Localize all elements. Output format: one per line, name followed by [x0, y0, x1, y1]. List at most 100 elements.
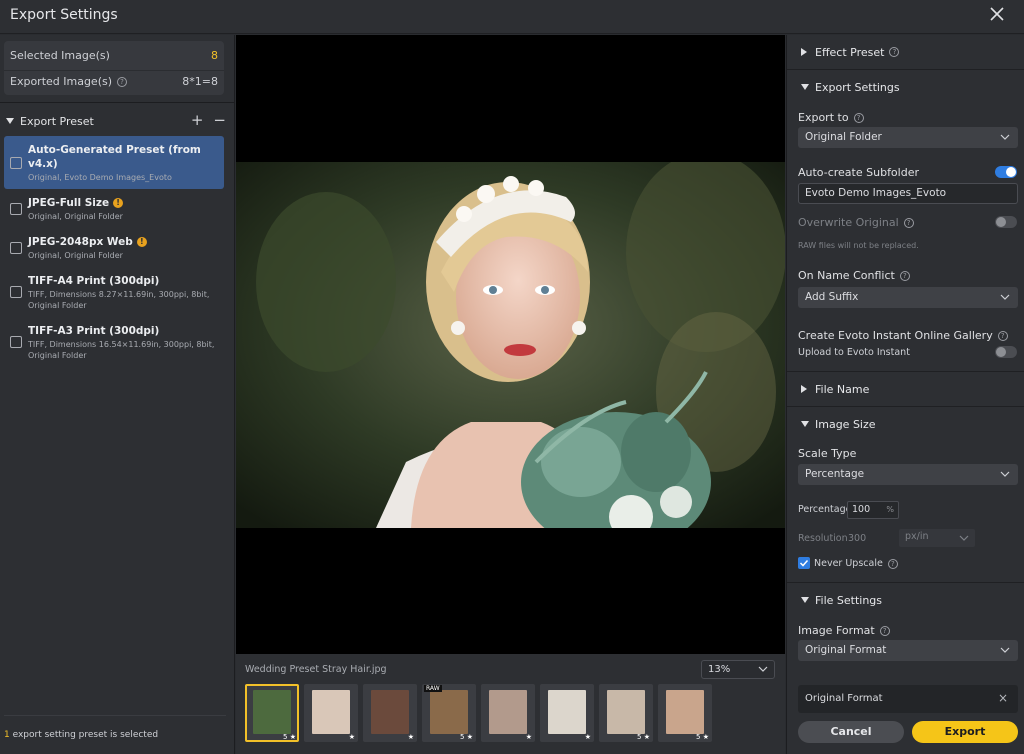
info-icon[interactable]: ?	[853, 113, 864, 123]
thumbnail[interactable]: 5 ★	[245, 684, 299, 742]
remove-preset-button[interactable]: −	[213, 111, 226, 129]
chevron-down-icon	[1000, 471, 1010, 477]
percentage-input[interactable]: 100 %	[847, 501, 899, 519]
preview-area: Wedding Preset Stray Hair.jpg 13% 5 ★ ★ ★ R…	[236, 35, 785, 754]
exported-images-label: Exported Image(s)	[10, 74, 113, 88]
current-file-name: Wedding Preset Stray Hair.jpg	[245, 664, 387, 675]
info-icon[interactable]: ?	[887, 558, 898, 569]
name-conflict-dropdown[interactable]: Add Suffix	[798, 287, 1018, 308]
export-settings-section[interactable]: Export Settings	[787, 70, 1024, 104]
preset-selected-text: export setting preset is selected	[9, 730, 159, 740]
preset-checkbox[interactable]	[10, 241, 22, 254]
thumbnail[interactable]: 5 ★	[599, 684, 653, 742]
info-icon[interactable]: ?	[879, 626, 890, 636]
effect-preset-section[interactable]: Effect Preset ?	[787, 35, 1024, 69]
filmstrip: Wedding Preset Stray Hair.jpg 13% 5 ★ ★ ★ R…	[236, 654, 785, 754]
file-name-section[interactable]: File Name	[787, 372, 1024, 406]
export-preset-header[interactable]: Export Preset + −	[6, 111, 226, 131]
zoom-select[interactable]: 13%	[701, 660, 775, 679]
overwrite-original-toggle[interactable]	[995, 216, 1017, 228]
thumbnail[interactable]: RAW 5 ★	[422, 684, 476, 742]
thumbnail[interactable]: ★	[481, 684, 535, 742]
rating-star-icon: 5 ★	[283, 733, 296, 741]
window-title: Export Settings	[10, 7, 118, 23]
thumbnail-image	[371, 690, 409, 734]
image-format-value: Original Format	[805, 644, 887, 656]
preset-checkbox[interactable]	[10, 202, 22, 215]
close-icon	[990, 7, 1004, 21]
never-upscale-checkbox[interactable]	[798, 557, 810, 569]
info-icon[interactable]: ?	[889, 47, 900, 57]
preset-item[interactable]: JPEG-2048px Web! Original, Original Folde…	[4, 228, 224, 267]
expand-triangle-icon	[801, 48, 807, 56]
expand-triangle-icon	[801, 385, 807, 393]
export-to-dropdown[interactable]: Original Folder	[798, 127, 1018, 148]
preset-item[interactable]: TIFF-A3 Print (300dpi) TIFF, Dimensions 1…	[4, 317, 224, 367]
preset-description: Original, Evoto Demo Images_Evoto	[28, 173, 172, 182]
checkmark-icon	[799, 559, 809, 567]
rating-star-icon: 5 ★	[696, 733, 709, 741]
thumbnail-image	[666, 690, 704, 734]
rating-star-icon: ★	[407, 733, 414, 741]
preset-selection-status: 1 export setting preset is selected	[4, 730, 158, 740]
collapse-triangle-icon	[801, 421, 809, 427]
scale-type-dropdown[interactable]: Percentage	[798, 464, 1018, 485]
image-size-section[interactable]: Image Size	[787, 407, 1024, 441]
info-icon[interactable]: ?	[899, 271, 910, 281]
thumbnail[interactable]: 5 ★	[658, 684, 712, 742]
export-stats: Selected Image(s) 8 Exported Image(s)? 8…	[4, 41, 224, 95]
never-upscale-label: Never Upscale?	[814, 558, 898, 569]
thumbnail[interactable]: ★	[363, 684, 417, 742]
preset-item[interactable]: TIFF-A4 Print (300dpi) TIFF, Dimensions 8…	[4, 267, 224, 317]
preset-name: TIFF-A3 Print (300dpi)	[28, 325, 160, 337]
overwrite-original-label: Overwrite Original?	[798, 216, 914, 229]
preset-name: JPEG-Full Size	[28, 197, 110, 209]
thumbnail-image	[489, 690, 527, 734]
resolution-label: Resolution	[798, 533, 848, 544]
warning-icon[interactable]: !	[113, 198, 124, 208]
resolution-unit-dropdown[interactable]: px/in	[899, 529, 975, 547]
percentage-unit: %	[886, 505, 894, 514]
close-button[interactable]	[990, 5, 1006, 27]
image-format-dropdown[interactable]: Original Format	[798, 640, 1018, 661]
add-preset-button[interactable]: +	[191, 111, 204, 129]
file-settings-section[interactable]: File Settings	[787, 583, 1024, 617]
footer-divider	[4, 715, 226, 716]
warning-icon[interactable]: !	[136, 237, 147, 247]
preset-name: JPEG-2048px Web	[28, 236, 133, 248]
name-conflict-label: On Name Conflict?	[798, 269, 910, 282]
thumbnail[interactable]: ★	[540, 684, 594, 742]
format-card-title: Original Format	[805, 693, 883, 704]
subfolder-toggle[interactable]	[995, 166, 1017, 178]
thumbnail[interactable]: ★	[304, 684, 358, 742]
preset-checkbox[interactable]	[10, 156, 22, 169]
info-icon[interactable]: ?	[997, 331, 1008, 341]
preset-item[interactable]: JPEG-Full Size! Original, Original Folder	[4, 189, 224, 228]
preset-name: TIFF-A4 Print (300dpi)	[28, 275, 160, 287]
rating-star-icon: ★	[584, 733, 591, 741]
cancel-button[interactable]: Cancel	[798, 721, 904, 743]
info-icon[interactable]: ?	[903, 218, 914, 228]
scale-type-label: Scale Type	[798, 447, 857, 460]
chevron-down-icon	[1000, 647, 1010, 653]
chevron-down-icon	[1000, 134, 1010, 140]
percentage-label: Percentage	[798, 504, 852, 515]
info-icon[interactable]: ?	[117, 76, 128, 87]
close-icon[interactable]: ×	[998, 691, 1008, 705]
image-viewer	[236, 35, 785, 654]
rating-star-icon: 5 ★	[460, 733, 473, 741]
preset-description: Original, Original Folder	[28, 251, 123, 260]
preset-checkbox[interactable]	[10, 336, 22, 348]
thumbnail-image	[253, 690, 291, 734]
preset-description: TIFF, Dimensions 16.54×11.69in, 300ppi, …	[28, 340, 215, 360]
title-bar: Export Settings	[0, 0, 1024, 34]
format-card: Original Format ×	[798, 685, 1018, 713]
thumbnail-image	[607, 690, 645, 734]
subfolder-name-input[interactable]: Evoto Demo Images_Evoto	[798, 183, 1018, 204]
online-gallery-toggle[interactable]	[995, 346, 1017, 358]
subfolder-label: Auto-create Subfolder	[798, 166, 919, 179]
preset-item[interactable]: Auto-Generated Preset (from v4.x) Origina…	[4, 136, 224, 189]
export-preset-title: Export Preset	[20, 114, 94, 128]
preset-checkbox[interactable]	[10, 286, 22, 298]
export-button[interactable]: Export	[912, 721, 1018, 743]
